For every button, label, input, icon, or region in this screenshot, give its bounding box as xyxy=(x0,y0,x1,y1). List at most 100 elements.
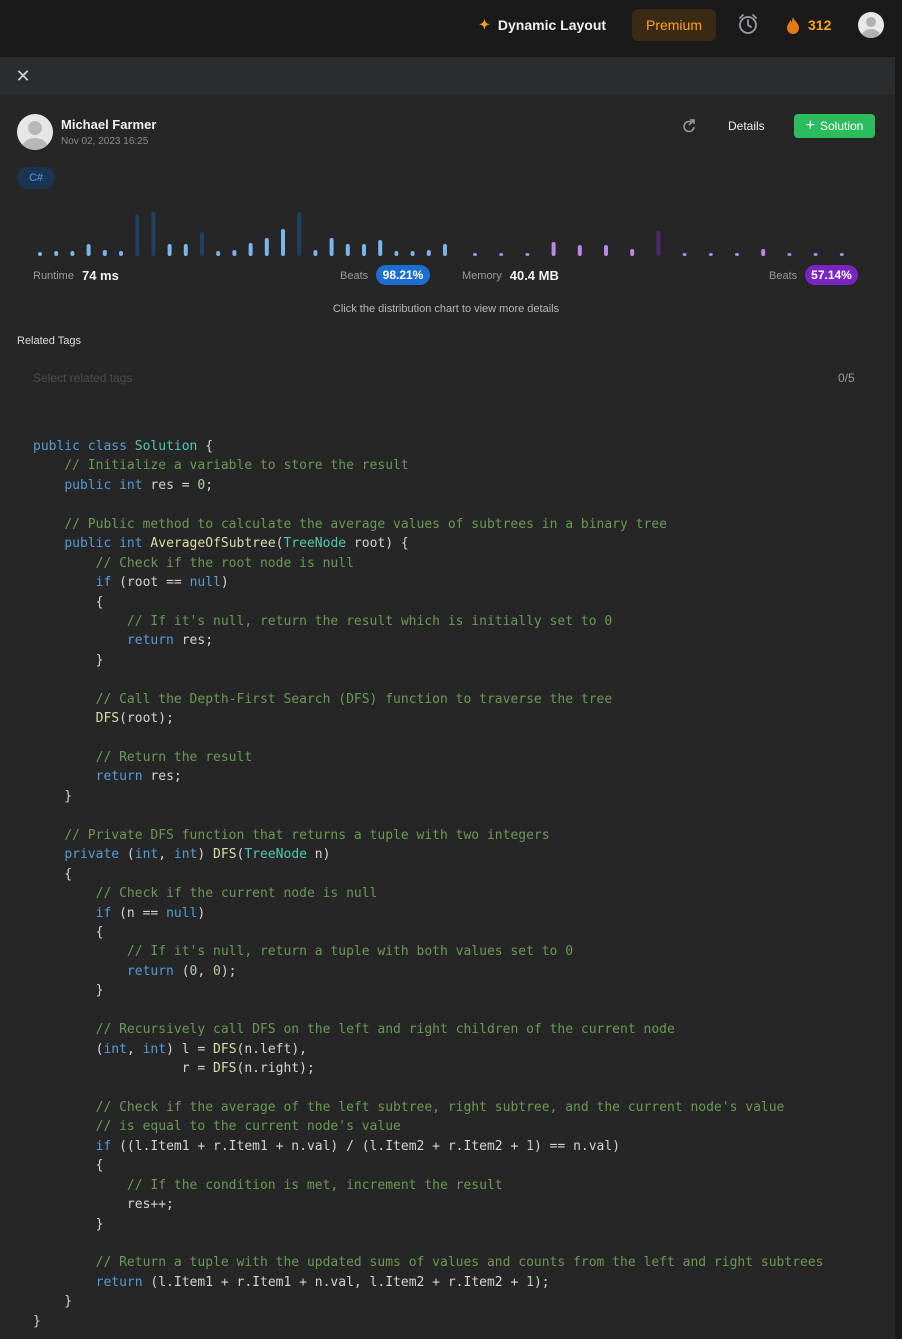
runtime-bar[interactable] xyxy=(102,250,107,256)
runtime-bar[interactable] xyxy=(119,251,123,256)
code-line: // Initialize a variable to store the re… xyxy=(64,458,409,474)
close-icon[interactable]: ✕ xyxy=(14,67,32,85)
memory-bar[interactable] xyxy=(551,242,556,256)
memory-value: 40.4 MB xyxy=(509,268,559,283)
runtime-bar[interactable] xyxy=(345,244,350,256)
memory-bar[interactable] xyxy=(761,249,766,256)
share-icon[interactable] xyxy=(681,118,697,134)
runtime-bar[interactable] xyxy=(313,250,318,256)
code-line: // Check if the average of the left subt… xyxy=(95,1099,785,1115)
runtime-bar[interactable] xyxy=(70,251,75,256)
code-line: // is equal to the current node's value xyxy=(95,1119,401,1135)
streak-count: 312 xyxy=(808,17,832,33)
runtime-bar[interactable] xyxy=(297,212,302,256)
memory-bar[interactable] xyxy=(708,253,713,256)
runtime-bar[interactable] xyxy=(216,251,221,256)
author-avatar-icon xyxy=(22,121,48,150)
code-line: ​ xyxy=(33,1001,824,1020)
code-block: public class Solution { // Initialize a … xyxy=(33,437,824,1331)
memory-beats-badge: 57.14% xyxy=(805,265,858,285)
runtime-bar[interactable] xyxy=(167,244,172,256)
memory-bar[interactable] xyxy=(499,253,504,256)
runtime-bar[interactable] xyxy=(183,244,188,256)
memory-stat: Memory 40.4 MB xyxy=(462,268,559,283)
code-line: // Private DFS function that returns a t… xyxy=(64,827,550,843)
premium-label: Premium xyxy=(645,17,702,33)
code-line: } xyxy=(33,788,73,804)
memory-bar[interactable] xyxy=(813,253,818,256)
code-line: } xyxy=(33,1294,73,1310)
runtime-value: 74 ms xyxy=(81,268,119,283)
runtime-bar[interactable] xyxy=(232,250,237,256)
user-avatar-button[interactable] xyxy=(858,12,884,38)
runtime-bar[interactable] xyxy=(378,240,383,256)
top-nav: ✦ Dynamic Layout Premium 312 xyxy=(0,0,902,50)
runtime-beats-label: Beats xyxy=(340,270,369,282)
runtime-bar[interactable] xyxy=(443,244,447,256)
runtime-bar[interactable] xyxy=(426,250,431,256)
code-line: // Call the Depth-First Search (DFS) fun… xyxy=(95,691,613,707)
code-line: // If it's null, return a tuple with bot… xyxy=(126,944,574,960)
runtime-label: Runtime xyxy=(33,269,74,282)
author-avatar[interactable] xyxy=(17,114,53,150)
post-solution-button[interactable]: + Solution xyxy=(794,114,875,138)
code-line: return (0, 0); xyxy=(126,963,237,979)
code-line: // Check if the current node is null xyxy=(95,886,378,902)
details-button[interactable]: Details xyxy=(728,119,765,133)
tags-select-input[interactable]: Select related tags xyxy=(33,371,132,385)
code-line: if (n == null) xyxy=(95,905,206,921)
post-date: Nov 02, 2023 16:25 xyxy=(61,136,149,147)
memory-bar[interactable] xyxy=(577,245,582,256)
code-line: } xyxy=(33,1313,41,1329)
memory-bar[interactable] xyxy=(630,249,635,256)
code-line: ​ xyxy=(33,670,824,689)
code-line: DFS(root); xyxy=(95,711,174,727)
memory-bar[interactable] xyxy=(604,245,608,256)
sparkle-icon: ✦ xyxy=(479,17,490,32)
code-line: (int, int) l = DFS(n.left), xyxy=(33,1041,307,1057)
runtime-bar[interactable] xyxy=(362,244,366,256)
runtime-bar[interactable] xyxy=(200,232,204,256)
premium-button[interactable]: Premium xyxy=(632,9,716,41)
runtime-bar[interactable] xyxy=(264,238,269,256)
runtime-bar[interactable] xyxy=(248,243,253,256)
memory-bar[interactable] xyxy=(839,253,844,256)
streak-counter[interactable]: 312 xyxy=(786,15,831,35)
runtime-bar[interactable] xyxy=(329,238,334,256)
code-line: // Public method to calculate the averag… xyxy=(64,516,667,532)
code-line: } xyxy=(33,1216,104,1232)
code-line: ​ xyxy=(33,729,824,748)
memory-bar[interactable] xyxy=(473,253,477,256)
code-line: } xyxy=(33,983,104,999)
memory-bar[interactable] xyxy=(735,253,739,256)
memory-bar[interactable] xyxy=(525,253,530,256)
distribution-chart[interactable] xyxy=(0,200,902,262)
runtime-bar[interactable] xyxy=(410,251,415,256)
runtime-bar[interactable] xyxy=(38,252,42,256)
code-line: // Return the result xyxy=(95,750,253,765)
code-line: ​ xyxy=(33,1078,824,1097)
runtime-bar[interactable] xyxy=(54,251,59,256)
dynamic-layout-button[interactable]: ✦ Dynamic Layout xyxy=(479,15,606,35)
code-line: return (l.Item1 + r.Item1 + n.val, l.Ite… xyxy=(95,1274,550,1290)
runtime-bar[interactable] xyxy=(86,244,91,256)
memory-bar[interactable] xyxy=(682,253,687,256)
memory-bar[interactable] xyxy=(656,231,661,256)
code-line: if ((l.Item1 + r.Item1 + n.val) / (l.Ite… xyxy=(95,1138,621,1154)
runtime-bar[interactable] xyxy=(281,229,285,256)
language-badge[interactable]: C# xyxy=(17,167,55,189)
code-line: { xyxy=(33,866,73,882)
runtime-bar[interactable] xyxy=(135,214,140,256)
runtime-bar[interactable] xyxy=(151,212,156,256)
code-line: // If the condition is met, increment th… xyxy=(126,1177,503,1193)
code-line: } xyxy=(33,652,104,668)
alarm-clock-icon[interactable] xyxy=(737,13,759,35)
memory-label: Memory xyxy=(462,269,502,282)
related-tags-label: Related Tags xyxy=(17,335,82,347)
author-name[interactable]: Michael Farmer xyxy=(61,117,156,132)
memory-bar[interactable] xyxy=(787,253,792,256)
chart-hint: Click the distribution chart to view mor… xyxy=(332,303,560,315)
runtime-bar[interactable] xyxy=(394,251,399,256)
code-line: // Return a tuple with the updated sums … xyxy=(95,1255,824,1271)
code-line: r = DFS(n.right); xyxy=(33,1061,315,1076)
